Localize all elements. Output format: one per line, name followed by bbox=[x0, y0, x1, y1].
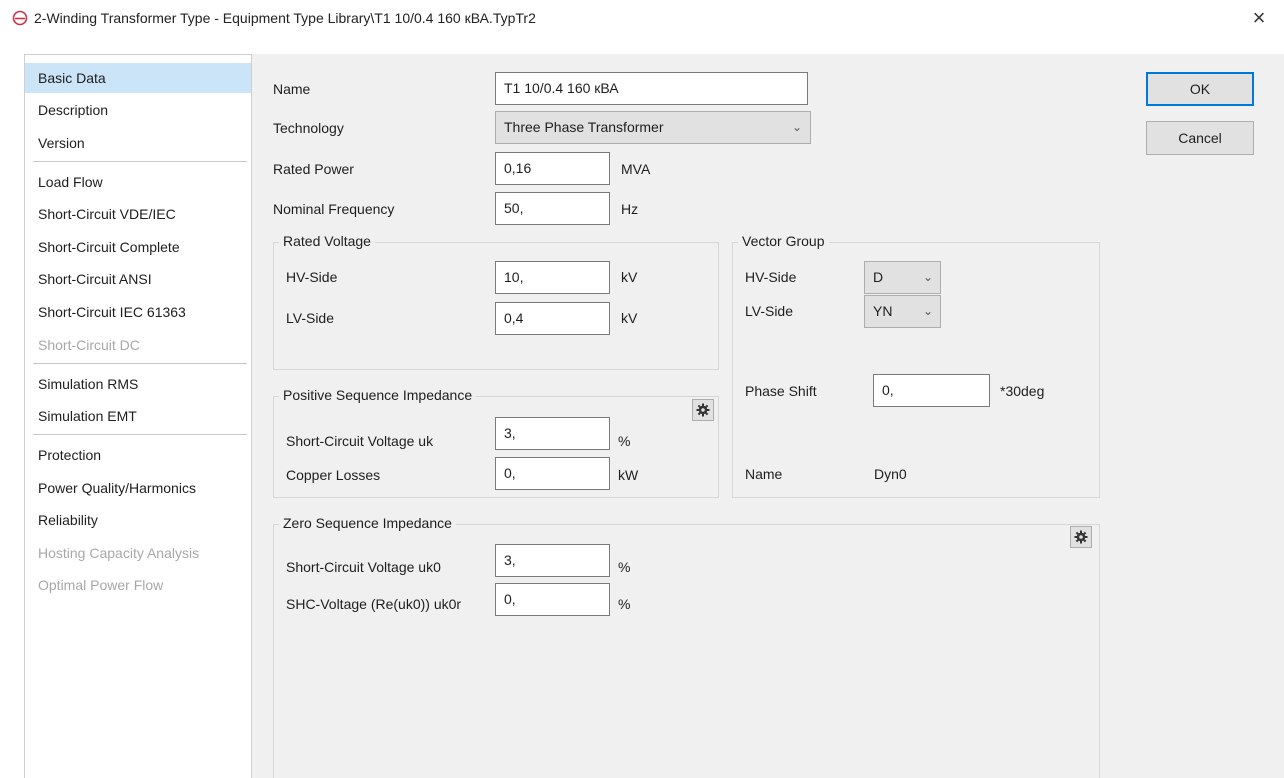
vector-group-name-value: Dyn0 bbox=[874, 466, 907, 482]
rated-voltage-hv-unit: kV bbox=[621, 269, 638, 285]
vector-group-hv-select[interactable]: D ⌄ bbox=[864, 261, 941, 294]
zero-sequence-settings-button[interactable] bbox=[1070, 526, 1092, 548]
vector-group-hv-label: HV-Side bbox=[745, 269, 797, 285]
short-circuit-voltage-uk-unit: % bbox=[618, 433, 631, 449]
nav-item-load-flow[interactable]: Load Flow bbox=[25, 167, 251, 197]
technology-value: Three Phase Transformer bbox=[504, 119, 664, 135]
technology-label: Technology bbox=[273, 120, 344, 136]
window-title: 2-Winding Transformer Type - Equipment T… bbox=[34, 10, 536, 26]
nav-item-short-circuit-dc: Short-Circuit DC bbox=[38, 337, 140, 353]
short-circuit-voltage-uk-input[interactable]: 3, bbox=[495, 417, 610, 450]
name-input[interactable]: T1 10/0.4 160 кВА bbox=[495, 72, 808, 105]
nav-item-description[interactable]: Description bbox=[25, 95, 251, 125]
nav-item-short-circuit-complete[interactable]: Short-Circuit Complete bbox=[25, 232, 251, 262]
zero-sequence-title: Zero Sequence Impedance bbox=[279, 515, 456, 531]
copper-losses-label: Copper Losses bbox=[286, 467, 381, 483]
rated-power-label: Rated Power bbox=[273, 161, 354, 177]
nav-separator bbox=[33, 434, 247, 435]
vector-group-title: Vector Group bbox=[738, 233, 829, 249]
title-bar: 2-Winding Transformer Type - Equipment T… bbox=[0, 0, 1284, 52]
phase-shift-unit: *30deg bbox=[1000, 383, 1045, 399]
nav-item-protection[interactable]: Protection bbox=[25, 440, 251, 470]
shc-voltage-uk0r-input[interactable]: 0, bbox=[495, 583, 610, 616]
name-label: Name bbox=[273, 81, 311, 97]
gear-icon bbox=[1074, 530, 1088, 544]
nav-item-short-circuit-iec-61363[interactable]: Short-Circuit IEC 61363 bbox=[25, 297, 251, 327]
gear-icon bbox=[696, 403, 710, 417]
short-circuit-voltage-uk0-input[interactable]: 3, bbox=[495, 544, 610, 577]
nav-item-short-circuit-ansi[interactable]: Short-Circuit ANSI bbox=[25, 264, 251, 294]
positive-sequence-title: Positive Sequence Impedance bbox=[279, 387, 477, 403]
shc-voltage-uk0r-label: SHC-Voltage (Re(uk0)) uk0r bbox=[286, 596, 462, 612]
nominal-frequency-input[interactable]: 50, bbox=[495, 192, 610, 225]
ok-button[interactable]: OK bbox=[1146, 72, 1254, 106]
phase-shift-label: Phase Shift bbox=[745, 383, 817, 399]
nav-item-simulation-emt[interactable]: Simulation EMT bbox=[25, 401, 251, 431]
phase-shift-input[interactable]: 0, bbox=[873, 374, 990, 407]
nav-separator bbox=[33, 161, 247, 162]
vector-group-lv-value: YN bbox=[873, 303, 893, 319]
close-button[interactable]: × bbox=[1244, 6, 1274, 32]
short-circuit-voltage-uk-label: Short-Circuit Voltage uk bbox=[286, 433, 434, 449]
vector-group-lv-label: LV-Side bbox=[745, 303, 793, 319]
chevron-down-icon: ⌄ bbox=[922, 304, 933, 318]
rated-voltage-lv-unit: kV bbox=[621, 310, 638, 326]
nav-item-optimal-power-flow: Optimal Power Flow bbox=[38, 577, 164, 593]
nav-item-power-quality-harmonics[interactable]: Power Quality/Harmonics bbox=[25, 473, 251, 503]
rated-voltage-title: Rated Voltage bbox=[279, 233, 375, 249]
page-navigation: Basic Data Description Version Load Flow… bbox=[24, 54, 252, 778]
technology-select[interactable]: Three Phase Transformer ⌄ bbox=[495, 111, 811, 144]
nominal-frequency-label: Nominal Frequency bbox=[273, 201, 395, 217]
rated-voltage-hv-label: HV-Side bbox=[286, 269, 338, 285]
nav-item-version[interactable]: Version bbox=[25, 128, 251, 158]
nav-item-simulation-rms[interactable]: Simulation RMS bbox=[25, 369, 251, 399]
nav-item-short-circuit-vde-iec[interactable]: Short-Circuit VDE/IEC bbox=[25, 199, 251, 229]
short-circuit-voltage-uk0-unit: % bbox=[618, 559, 631, 575]
vector-group-name-label: Name bbox=[745, 466, 783, 482]
copper-losses-unit: kW bbox=[618, 467, 639, 483]
rated-power-unit: MVA bbox=[621, 161, 651, 177]
rated-voltage-lv-label: LV-Side bbox=[286, 310, 334, 326]
nav-item-basic-data[interactable]: Basic Data bbox=[25, 63, 251, 93]
powerfactory-logo-icon bbox=[12, 10, 28, 26]
nav-separator bbox=[33, 363, 247, 364]
vector-group-hv-value: D bbox=[873, 269, 884, 285]
basic-data-panel: Name T1 10/0.4 160 кВА Technology Three … bbox=[252, 54, 1284, 778]
positive-sequence-settings-button[interactable] bbox=[692, 399, 714, 421]
rated-voltage-lv-input[interactable]: 0,4 bbox=[495, 302, 610, 335]
vector-group-lv-select[interactable]: YN ⌄ bbox=[864, 295, 941, 328]
copper-losses-input[interactable]: 0, bbox=[495, 457, 610, 490]
cancel-button[interactable]: Cancel bbox=[1146, 121, 1254, 155]
shc-voltage-uk0r-unit: % bbox=[618, 596, 631, 612]
nav-item-reliability[interactable]: Reliability bbox=[25, 505, 251, 535]
nav-item-hosting-capacity-analysis: Hosting Capacity Analysis bbox=[38, 545, 200, 561]
rated-voltage-hv-input[interactable]: 10, bbox=[495, 261, 610, 294]
chevron-down-icon: ⌄ bbox=[922, 270, 933, 284]
nominal-frequency-unit: Hz bbox=[621, 201, 639, 217]
rated-power-input[interactable]: 0,16 bbox=[495, 152, 610, 185]
short-circuit-voltage-uk0-label: Short-Circuit Voltage uk0 bbox=[286, 559, 441, 575]
chevron-down-icon: ⌄ bbox=[791, 120, 802, 134]
